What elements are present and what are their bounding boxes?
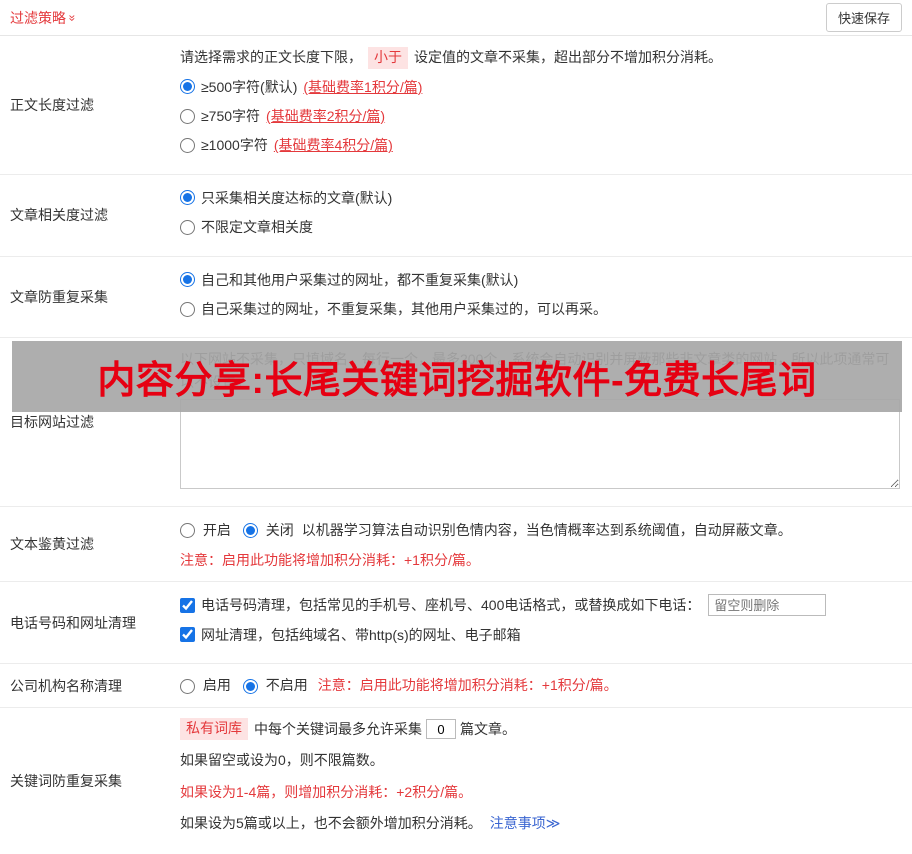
chevron-down-icon: » bbox=[65, 14, 80, 21]
length-intro-highlight: 小于 bbox=[368, 47, 408, 69]
company-radio-enable[interactable] bbox=[180, 678, 195, 694]
keyword-note-cost: 如果设为1-4篇，则增加积分消耗：+2积分/篇。 bbox=[180, 783, 473, 800]
relevance-option-2[interactable]: 不限定文章相关度 bbox=[180, 216, 900, 238]
row-company-name-cleanup: 公司机构名称清理 启用 不启用 注意：启用此功能将增加积分消耗：+1积分/篇。 bbox=[0, 664, 912, 709]
length-option-500-note: (基础费率1积分/篇) bbox=[303, 78, 423, 95]
relevance-radio-2[interactable] bbox=[180, 219, 195, 235]
company-cleanup-options: 启用 不启用 注意：启用此功能将增加积分消耗：+1积分/篇。 bbox=[180, 674, 900, 696]
company-option-enable[interactable]: 启用 bbox=[180, 674, 231, 696]
length-radio-1000[interactable] bbox=[180, 138, 195, 154]
keyword-limit-mid: 中每个关键词最多允许采集 bbox=[254, 721, 422, 738]
porn-filter-desc: 以机器学习算法自动识别色情内容，当色情概率达到系统阈值，自动屏蔽文章。 bbox=[301, 521, 792, 538]
porn-filter-warning: 注意：启用此功能将增加积分消耗：+1积分/篇。 bbox=[180, 551, 480, 568]
row-phone-url-cleanup: 电话号码和网址清理 电话号码清理，包括常见的手机号、座机号、400电话格式，或替… bbox=[0, 582, 912, 665]
phone-cleanup-checkbox[interactable] bbox=[180, 597, 195, 613]
dedup-option-1[interactable]: 自己和其他用户采集过的网址，都不重复采集(默认) bbox=[180, 269, 900, 291]
relevance-option-2-label: 不限定文章相关度 bbox=[201, 219, 313, 236]
porn-option-off[interactable]: 关闭 bbox=[242, 519, 294, 541]
url-cleanup-checkbox[interactable] bbox=[180, 627, 195, 643]
dedup-option-2-label: 自己采集过的网址，不重复采集，其他用户采集过的，可以再采。 bbox=[201, 300, 607, 317]
length-option-1000[interactable]: ≥1000字符 (基础费率4积分/篇) bbox=[180, 134, 900, 156]
dedup-option-1-label: 自己和其他用户采集过的网址，都不重复采集(默认) bbox=[201, 271, 519, 288]
keyword-limit-end: 篇文章。 bbox=[460, 721, 516, 738]
row-content-keyword-dedup: 私有词库 中每个关键词最多允许采集 篇文章。 如果留空或设为0，则不限篇数。 如… bbox=[172, 708, 912, 854]
row-content-phone-url: 电话号码清理，包括常见的手机号、座机号、400电话格式，或替换成如下电话： 网址… bbox=[172, 582, 912, 663]
row-label-phone-url: 电话号码和网址清理 bbox=[10, 614, 136, 631]
company-option-disable[interactable]: 不启用 bbox=[242, 674, 308, 696]
row-dedup-collection: 文章防重复采集 自己和其他用户采集过的网址，都不重复采集(默认) 自己采集过的网… bbox=[0, 257, 912, 339]
length-intro-pre: 请选择需求的正文长度下限， bbox=[180, 49, 362, 65]
row-content-relevance: 只采集相关度达标的文章(默认) 不限定文章相关度 bbox=[172, 175, 912, 256]
notes-link-text: 注意事项 bbox=[489, 815, 546, 832]
porn-filter-options: 开启 关闭 以机器学习算法自动识别色情内容，当色情概率达到系统阈值，自动屏蔽文章… bbox=[180, 519, 900, 541]
company-option-enable-label: 启用 bbox=[202, 677, 231, 694]
url-cleanup-option[interactable]: 网址清理，包括纯域名、带http(s)的网址、电子邮箱 bbox=[180, 624, 900, 646]
row-label-porn-filter: 文本鉴黄过滤 bbox=[10, 535, 94, 552]
relevance-option-1[interactable]: 只采集相关度达标的文章(默认) bbox=[180, 187, 900, 209]
company-option-disable-label: 不启用 bbox=[265, 677, 308, 694]
notes-link-chevron-icon: ≫ bbox=[545, 815, 561, 832]
dedup-radio-1[interactable] bbox=[180, 272, 195, 288]
porn-option-on[interactable]: 开启 bbox=[180, 519, 231, 541]
keyword-limit-input[interactable] bbox=[426, 719, 456, 740]
row-label-keyword-dedup: 关键词防重复采集 bbox=[10, 772, 122, 789]
row-content-body-length: 请选择需求的正文长度下限， 小于 设定值的文章不采集，超出部分不增加积分消耗。 ≥5… bbox=[172, 36, 912, 174]
relevance-radio-1[interactable] bbox=[180, 190, 195, 206]
row-porn-filter: 文本鉴黄过滤 开启 关闭 以机器学习算法自动识别色情内容，当色情概率达到系统阈值… bbox=[0, 507, 912, 583]
dedup-option-2[interactable]: 自己采集过的网址，不重复采集，其他用户采集过的，可以再采。 bbox=[180, 298, 900, 320]
keyword-limit-line: 私有词库 中每个关键词最多允许采集 篇文章。 bbox=[180, 718, 900, 741]
replacement-phone-input[interactable] bbox=[708, 594, 827, 617]
private-lexicon-highlight: 私有词库 bbox=[180, 718, 248, 741]
row-content-company-name: 启用 不启用 注意：启用此功能将增加积分消耗：+1积分/篇。 bbox=[172, 664, 912, 707]
length-radio-500[interactable] bbox=[180, 79, 195, 95]
company-radio-disable[interactable] bbox=[242, 678, 258, 694]
filter-strategy-page: 过滤策略 » 快速保存 正文长度过滤 请选择需求的正文长度下限， 小于 设定值的文章… bbox=[0, 0, 912, 854]
keyword-note-zero: 如果留空或设为0，则不限篇数。 bbox=[180, 752, 384, 769]
relevance-option-1-label: 只采集相关度达标的文章(默认) bbox=[201, 189, 393, 206]
keyword-note-five-text: 如果设为5篇或以上，也不会额外增加积分消耗。 bbox=[180, 815, 482, 832]
length-intro: 请选择需求的正文长度下限， 小于 设定值的文章不采集，超出部分不增加积分消耗。 bbox=[180, 46, 900, 69]
length-option-1000-note: (基础费率4积分/篇) bbox=[273, 137, 393, 154]
row-content-target-website: 以下网站不采集，只填域名，每行一个，最多200个。系统会自动识别并屏蔽那些非文章… bbox=[172, 338, 912, 505]
length-option-500-label: ≥500字符(默认) bbox=[201, 78, 298, 95]
length-option-1000-label: ≥1000字符 bbox=[201, 137, 268, 154]
porn-option-on-label: 开启 bbox=[202, 521, 231, 538]
row-label-body-length: 正文长度过滤 bbox=[10, 96, 94, 113]
length-option-750-note: (基础费率2积分/篇) bbox=[266, 107, 386, 124]
row-content-dedup: 自己和其他用户采集过的网址，都不重复采集(默认) 自己采集过的网址，不重复采集，… bbox=[172, 257, 912, 338]
target-website-desc: 以下网站不采集，只填域名，每行一个，最多200个。系统会自动识别并屏蔽那些非文章… bbox=[180, 351, 890, 390]
row-target-website-filter: 目标网站过滤 以下网站不采集，只填域名，每行一个，最多200个。系统会自动识别并… bbox=[0, 338, 912, 507]
length-option-500[interactable]: ≥500字符(默认) (基础费率1积分/篇) bbox=[180, 76, 900, 98]
row-relevance-filter: 文章相关度过滤 只采集相关度达标的文章(默认) 不限定文章相关度 bbox=[0, 175, 912, 257]
page-title[interactable]: 过滤策略 » bbox=[10, 8, 80, 28]
length-option-750-label: ≥750字符 bbox=[201, 107, 261, 124]
url-cleanup-label: 网址清理，包括纯域名、带http(s)的网址、电子邮箱 bbox=[201, 626, 521, 643]
dedup-radio-2[interactable] bbox=[180, 301, 195, 317]
keyword-note-five: 如果设为5篇或以上，也不会额外增加积分消耗。 注意事项≫ bbox=[180, 812, 900, 834]
row-label-company-name: 公司机构名称清理 bbox=[10, 677, 122, 694]
phone-cleanup-label: 电话号码清理，包括常见的手机号、座机号、400电话格式，或替换成如下电话： bbox=[201, 597, 701, 614]
company-cleanup-warning: 注意：启用此功能将增加积分消耗：+1积分/篇。 bbox=[317, 677, 618, 694]
phone-cleanup-option[interactable]: 电话号码清理，包括常见的手机号、座机号、400电话格式，或替换成如下电话： bbox=[180, 594, 900, 617]
notes-link[interactable]: 注意事项≫ bbox=[490, 812, 561, 834]
page-title-text: 过滤策略 bbox=[10, 9, 66, 26]
row-label-relevance: 文章相关度过滤 bbox=[10, 207, 108, 224]
row-label-dedup: 文章防重复采集 bbox=[10, 288, 108, 305]
row-label-target-website: 目标网站过滤 bbox=[10, 413, 94, 430]
quick-save-button[interactable]: 快速保存 bbox=[825, 3, 902, 32]
row-body-length-filter: 正文长度过滤 请选择需求的正文长度下限， 小于 设定值的文章不采集，超出部分不增加积… bbox=[0, 36, 912, 175]
topbar: 过滤策略 » 快速保存 bbox=[0, 0, 912, 36]
target-website-textarea[interactable] bbox=[180, 399, 900, 490]
row-content-porn-filter: 开启 关闭 以机器学习算法自动识别色情内容，当色情概率达到系统阈值，自动屏蔽文章… bbox=[172, 507, 912, 582]
length-option-750[interactable]: ≥750字符 (基础费率2积分/篇) bbox=[180, 105, 900, 127]
porn-radio-off[interactable] bbox=[242, 523, 258, 539]
row-keyword-dedup: 关键词防重复采集 私有词库 中每个关键词最多允许采集 篇文章。 如果留空或设为0… bbox=[0, 708, 912, 854]
length-intro-post: 设定值的文章不采集，超出部分不增加积分消耗。 bbox=[414, 49, 722, 65]
length-radio-750[interactable] bbox=[180, 108, 195, 124]
porn-radio-on[interactable] bbox=[180, 523, 195, 539]
porn-option-off-label: 关闭 bbox=[265, 521, 294, 538]
